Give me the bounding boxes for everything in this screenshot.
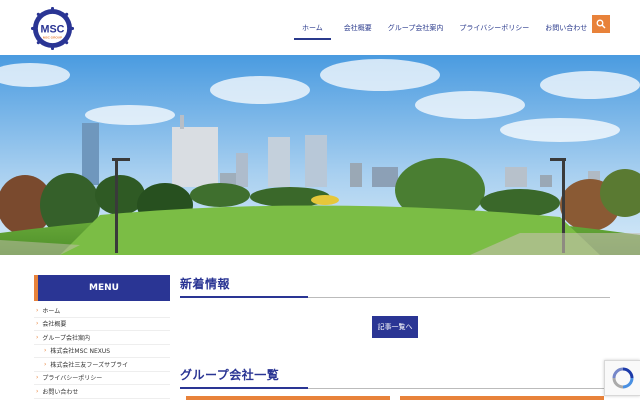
sidebar: MENU › ホーム › 会社概要 › グループ会社案内 › 株式会社MSC NEXUS… [34, 275, 170, 399]
main-nav: ホーム 会社概要 グループ会社案内 プライバシーポリシー お問い合わせ [294, 0, 595, 55]
nav-home[interactable]: ホーム [294, 0, 331, 55]
chevron-right-icon: › [36, 374, 39, 382]
group-section-title: グループ会社一覧 [180, 368, 280, 382]
sidebar-item-label: 株式会社MSC NEXUS [50, 348, 111, 356]
sidebar-item-company[interactable]: › 会社概要 [34, 318, 170, 331]
chevron-right-icon: › [36, 306, 39, 314]
nav-group[interactable]: グループ会社案内 [380, 0, 452, 55]
group-company-card[interactable] [400, 396, 604, 400]
recaptcha-icon [612, 367, 633, 389]
sidebar-item-home[interactable]: › ホーム [34, 304, 170, 318]
chevron-right-icon: › [36, 387, 39, 395]
sidebar-item-msc-nexus[interactable]: › 株式会社MSC NEXUS [34, 345, 170, 358]
sidebar-item-sanyu-foods[interactable]: › 株式会社三友フーズサプライ [34, 358, 170, 372]
nav-contact[interactable]: お問い合わせ [537, 0, 595, 55]
nav-privacy[interactable]: プライバシーポリシー [451, 0, 537, 55]
park-cityscape-image [0, 55, 640, 255]
news-section-title: 新着情報 [180, 277, 231, 291]
sidebar-item-group[interactable]: › グループ会社案内 [34, 331, 170, 345]
sidebar-item-label: ホーム [42, 307, 61, 315]
nav-company[interactable]: 会社概要 [336, 0, 380, 55]
msc-logo[interactable]: MSC MSC GROUP [31, 7, 74, 50]
sidebar-menu-title: MENU [34, 275, 170, 301]
recaptcha-badge[interactable] [604, 360, 640, 396]
sidebar-item-privacy[interactable]: › プライバシーポリシー [34, 372, 170, 385]
sidebar-item-label: 会社概要 [42, 321, 67, 329]
chevron-right-icon: › [36, 333, 39, 341]
group-company-card[interactable] [186, 396, 390, 400]
hero-image [0, 55, 640, 255]
sidebar-item-label: グループ会社案内 [42, 334, 91, 342]
chevron-right-icon: › [36, 320, 39, 328]
search-button[interactable] [592, 15, 610, 33]
news-list-button[interactable]: 記事一覧へ [372, 316, 418, 338]
sidebar-item-label: プライバシーポリシー [42, 375, 103, 383]
svg-text:MSC: MSC [41, 23, 65, 35]
search-icon [596, 19, 606, 29]
chevron-right-icon: › [44, 347, 47, 355]
sidebar-item-contact[interactable]: › お問い合わせ [34, 385, 170, 399]
sidebar-menu-list: › ホーム › 会社概要 › グループ会社案内 › 株式会社MSC NEXUS › 株式会… [34, 304, 170, 399]
news-title-accent [180, 296, 308, 298]
group-title-accent [180, 387, 308, 389]
site-header: MSC MSC GROUP ホーム 会社概要 グループ会社案内 プライバシーポリ… [0, 0, 640, 55]
sidebar-item-label: 株式会社三友フーズサプライ [50, 361, 129, 369]
sidebar-item-label: お問い合わせ [42, 388, 79, 396]
svg-text:MSC GROUP: MSC GROUP [43, 35, 62, 39]
chevron-right-icon: › [44, 360, 47, 368]
